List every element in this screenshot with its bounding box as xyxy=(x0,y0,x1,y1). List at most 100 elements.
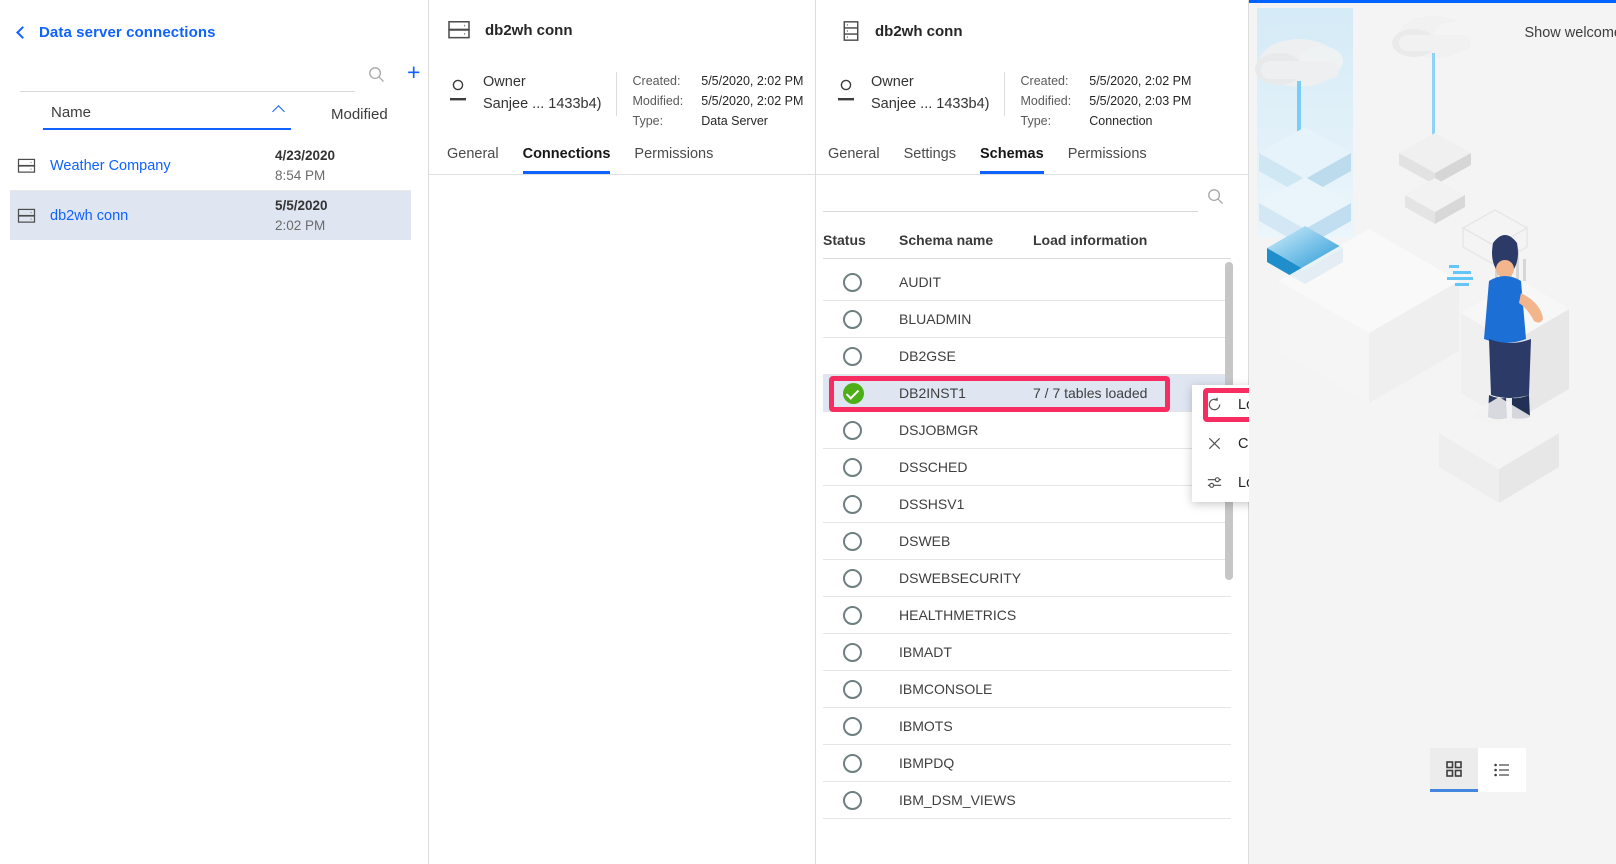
schema-status-cell xyxy=(823,346,899,366)
meta-key: Created: xyxy=(632,74,681,88)
meta-value: 5/5/2020, 2:02 PM xyxy=(701,93,804,108)
schema-row[interactable]: DSWEB xyxy=(823,523,1231,560)
schema-row[interactable]: BLUADMIN xyxy=(823,301,1231,338)
schema-row[interactable]: IBMADT xyxy=(823,634,1231,671)
list-item-name: db2wh conn xyxy=(50,207,129,224)
list-item-modified: 5/5/2020 2:02 PM xyxy=(275,196,328,234)
status-empty-icon xyxy=(843,457,862,477)
schema-search-row xyxy=(823,178,1233,216)
list-item-time: 2:02 PM xyxy=(275,217,326,233)
detail-tabs: General Settings Schemas Permissions xyxy=(816,146,1248,175)
meta-value: 5/5/2020, 2:02 PM xyxy=(1089,74,1192,88)
user-icon xyxy=(450,79,466,101)
schema-name-cell: DB2INST1 xyxy=(899,385,966,401)
owner-label: Owner xyxy=(871,74,914,90)
schema-search-input[interactable] xyxy=(823,178,1198,212)
detail-tabs: General Connections Permissions xyxy=(429,146,815,175)
schema-status-cell xyxy=(823,679,899,699)
data-server-connections-panel: Data server connections + Name Modified xyxy=(0,0,428,864)
grid-view-toggle[interactable] xyxy=(1430,748,1478,792)
schema-row[interactable]: IBM_DSM_VIEWS xyxy=(823,782,1231,819)
search-input[interactable] xyxy=(20,58,355,92)
schema-table-headers: Status Schema name Load information xyxy=(823,232,1231,259)
column-label-name: Name xyxy=(51,104,92,121)
detail-metadata: Owner Sanjee ... 1433b4) Created: 5/5/20… xyxy=(447,72,803,131)
schema-row[interactable]: HEALTHMETRICS xyxy=(823,597,1231,634)
status-empty-icon xyxy=(843,642,862,662)
list-item-date: 5/5/2020 xyxy=(275,198,328,214)
list-item-time: 8:54 PM xyxy=(275,167,326,183)
list-view-toggle[interactable] xyxy=(1478,748,1526,792)
meta-key: Modified: xyxy=(632,93,684,108)
connection-detail-panel: db2wh conn Owner Sanjee ... 1433b4) Crea… xyxy=(816,0,1248,864)
breadcrumb-back[interactable]: Data server connections xyxy=(16,24,216,41)
schema-status-cell xyxy=(823,309,899,329)
close-x-icon xyxy=(1208,437,1221,450)
plus-icon[interactable]: + xyxy=(407,61,420,84)
show-welcome-label[interactable]: Show welcome xyxy=(1524,25,1616,41)
tab-schemas[interactable]: Schemas xyxy=(980,146,1044,174)
detail-title: db2wh conn xyxy=(841,20,963,42)
column-header-name[interactable]: Name xyxy=(43,104,291,130)
search-icon[interactable] xyxy=(368,66,385,86)
tab-settings[interactable]: Settings xyxy=(904,146,956,174)
schema-row[interactable]: DSWEBSECURITY xyxy=(823,560,1231,597)
sort-ascending-icon xyxy=(272,105,285,118)
column-header-modified[interactable]: Modified xyxy=(331,106,388,130)
tab-general[interactable]: General xyxy=(447,146,499,174)
sliders-icon xyxy=(1207,477,1222,488)
column-header-load-information: Load information xyxy=(1033,232,1148,248)
schema-status-cell xyxy=(823,382,899,404)
status-empty-icon xyxy=(843,309,862,329)
schema-row[interactable]: IBMOTS xyxy=(823,708,1231,745)
isometric-illustration xyxy=(1255,8,1569,503)
meta-key: Created: xyxy=(1020,74,1069,88)
schema-row[interactable]: IBMPDQ xyxy=(823,745,1231,782)
data-server-detail-panel: db2wh conn Owner Sanjee ... 1433b4) Crea… xyxy=(429,0,1242,864)
schema-row[interactable]: DSSHSV1 xyxy=(823,486,1231,523)
meta-value: 5/5/2020, 2:02 PM xyxy=(701,74,804,88)
meta-key: Type: xyxy=(632,113,664,128)
tab-permissions[interactable]: Permissions xyxy=(634,146,713,174)
detail-title: db2wh conn xyxy=(447,20,573,40)
schema-name-cell: IBM_DSM_VIEWS xyxy=(899,792,1016,808)
tab-connections[interactable]: Connections xyxy=(522,146,611,174)
tab-permissions[interactable]: Permissions xyxy=(1068,146,1147,174)
schema-status-cell xyxy=(823,272,899,292)
schema-row[interactable]: AUDIT xyxy=(823,264,1231,301)
list-item-name: Weather Company xyxy=(50,157,171,174)
schema-status-cell xyxy=(823,642,899,662)
data-server-icon xyxy=(17,158,36,173)
owner-block: Owner Sanjee ... 1433b4) xyxy=(483,72,617,116)
schema-row[interactable]: DB2INST1 7 / 7 tables loaded xyxy=(823,375,1231,412)
schema-status-cell xyxy=(823,753,899,773)
list-item[interactable]: Weather Company 4/23/2020 8:54 PM xyxy=(10,141,411,191)
schema-status-cell xyxy=(823,716,899,736)
list-item-date: 4/23/2020 xyxy=(275,148,336,164)
meta-key: Modified: xyxy=(1020,93,1072,108)
search-icon[interactable] xyxy=(1207,188,1224,208)
schema-name-cell: IBMCONSOLE xyxy=(899,681,993,697)
schema-name-cell: DSSCHED xyxy=(899,459,968,475)
schema-row[interactable]: DSSCHED xyxy=(823,449,1231,486)
schema-row[interactable]: DB2GSE xyxy=(823,338,1231,375)
data-server-icon xyxy=(17,208,36,223)
schema-name-cell: IBMADT xyxy=(899,644,952,660)
list-view-icon xyxy=(1494,763,1509,777)
schema-name-cell: AUDIT xyxy=(899,274,941,290)
schema-name-cell: DSWEBSECURITY xyxy=(899,570,1022,586)
column-label-modified: Modified xyxy=(331,106,388,123)
list-item[interactable]: db2wh conn 5/5/2020 2:02 PM xyxy=(10,191,411,240)
tab-general[interactable]: General xyxy=(828,146,880,174)
status-empty-icon xyxy=(843,716,862,736)
metadata-list: Created: 5/5/2020, 2:02 PM Modified: 5/5… xyxy=(633,72,804,131)
list-item-modified: 4/23/2020 8:54 PM xyxy=(275,146,335,184)
schema-row[interactable]: IBMCONSOLE xyxy=(823,671,1231,708)
schema-status-cell xyxy=(823,457,899,477)
detail-title-label: db2wh conn xyxy=(485,21,573,39)
status-empty-icon xyxy=(843,605,862,625)
schema-load-info-cell: 7 / 7 tables loaded xyxy=(1033,385,1148,401)
status-empty-icon xyxy=(843,531,862,551)
schema-row[interactable]: DSJOBMGR xyxy=(823,412,1231,449)
schema-name-cell: DSSHSV1 xyxy=(899,496,965,512)
